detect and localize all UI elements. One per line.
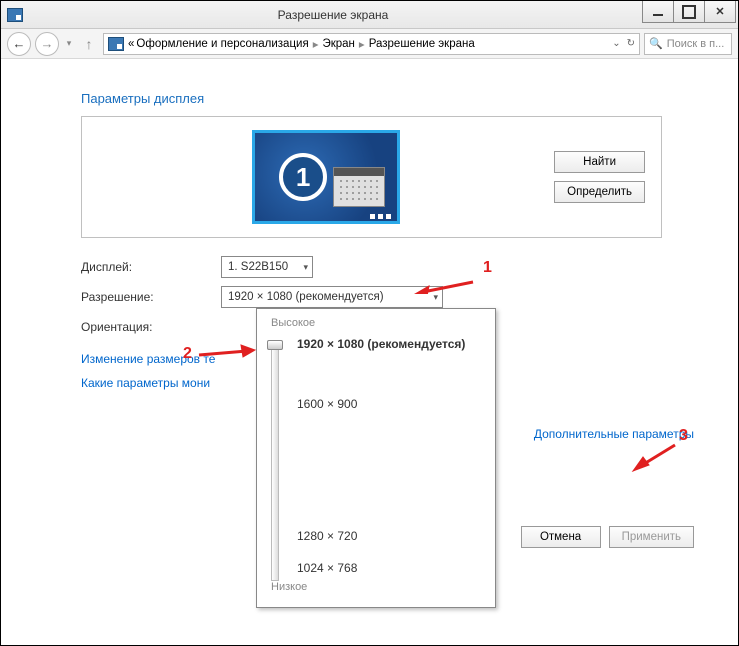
resolution-select[interactable]: 1920 × 1080 (рекомендуется) ▾: [221, 286, 443, 308]
minimize-button[interactable]: [642, 1, 674, 23]
forward-button[interactable]: →: [35, 32, 59, 56]
history-dropdown-icon[interactable]: ▾: [63, 38, 75, 49]
chevron-down-icon: ▾: [303, 262, 308, 273]
page-title: Параметры дисплея: [81, 91, 700, 106]
window-title: Разрешение экрана: [23, 8, 643, 22]
apply-button[interactable]: Применить: [609, 526, 694, 548]
search-input[interactable]: 🔍 Поиск в п...: [644, 33, 732, 55]
close-button[interactable]: [704, 1, 736, 23]
monitor-thumbnail[interactable]: 1: [252, 130, 400, 224]
display-select-value: 1. S22B150: [228, 261, 288, 273]
search-placeholder: Поиск в п...: [667, 38, 725, 50]
annotation-arrow-3: [629, 441, 685, 473]
monitor-number-badge: 1: [279, 153, 327, 201]
advanced-params-link[interactable]: Дополнительные параметры: [534, 427, 694, 441]
display-preview-box: 1 Найти Определить: [81, 116, 662, 238]
breadcrumb-item[interactable]: Разрешение экрана: [369, 38, 475, 50]
chevron-down-icon[interactable]: ⌄: [612, 38, 620, 49]
identify-button[interactable]: Определить: [554, 181, 645, 203]
find-button[interactable]: Найти: [554, 151, 645, 173]
app-icon: [7, 8, 23, 22]
monitor-desktop-preview: [333, 167, 385, 207]
breadcrumb-item[interactable]: Оформление и персонализация: [136, 38, 308, 50]
navbar: ← → ▾ ↑ « Оформление и персонализация ▸ …: [1, 29, 738, 59]
resolution-option[interactable]: 1600 × 900: [297, 397, 357, 411]
cancel-button[interactable]: Отмена: [521, 526, 601, 548]
orientation-label: Ориентация:: [81, 320, 221, 334]
search-icon: 🔍: [649, 37, 663, 50]
dropdown-bottom-label: Низкое: [271, 581, 307, 593]
breadcrumb-prefix: «: [128, 38, 134, 50]
breadcrumb-separator-icon: ▸: [359, 37, 365, 51]
chevron-down-icon: ▾: [433, 292, 438, 303]
address-bar[interactable]: « Оформление и персонализация ▸ Экран ▸ …: [103, 33, 640, 55]
display-label: Дисплей:: [81, 260, 221, 274]
resolution-slider-track[interactable]: [271, 341, 279, 581]
resolution-option[interactable]: 1920 × 1080 (рекомендуется): [297, 337, 465, 351]
resolution-dropdown-popup: Высокое 1920 × 1080 (рекомендуется) 1600 …: [256, 308, 496, 608]
resolution-option[interactable]: 1280 × 720: [297, 529, 357, 543]
resolution-option[interactable]: 1024 × 768: [297, 561, 357, 575]
dropdown-top-label: Высокое: [271, 317, 485, 329]
control-panel-icon: [108, 37, 124, 51]
maximize-button[interactable]: [673, 1, 705, 23]
resolution-select-value: 1920 × 1080 (рекомендуется): [228, 291, 384, 303]
window-titlebar: Разрешение экрана: [1, 1, 738, 29]
back-button[interactable]: ←: [7, 32, 31, 56]
refresh-icon[interactable]: ↻: [627, 38, 635, 49]
breadcrumb-separator-icon: ▸: [313, 37, 319, 51]
resolution-slider-thumb[interactable]: [267, 340, 283, 350]
display-select[interactable]: 1. S22B150 ▾: [221, 256, 313, 278]
resolution-label: Разрешение:: [81, 290, 221, 304]
breadcrumb-item[interactable]: Экран: [322, 38, 354, 50]
display-row: Дисплей: 1. S22B150 ▾: [81, 252, 662, 282]
up-button[interactable]: ↑: [79, 36, 99, 52]
